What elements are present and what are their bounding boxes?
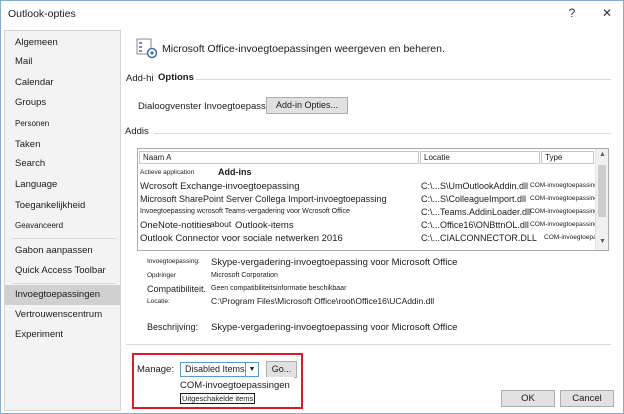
- addin-row[interactable]: Invoegtoepassing wcrosoft Teams-vergader…: [140, 206, 598, 219]
- addin-location: C:\...CIALCONNECTOR.DLL: [421, 233, 537, 243]
- sidebar-item-mail[interactable]: Mail: [5, 52, 120, 72]
- manage-select-value: Disabled Items: [185, 364, 245, 374]
- active-addins-heading: Add-ins: [218, 167, 252, 177]
- go-button[interactable]: Go...: [266, 361, 297, 378]
- help-button[interactable]: ?: [560, 4, 584, 22]
- cancel-button[interactable]: Cancel: [560, 390, 614, 407]
- gear-addins-icon: [136, 38, 158, 59]
- addin-location: C:\...Teams.AddinLoader.dll: [421, 207, 532, 217]
- detail-compat-label: Compatibiliteit.: [147, 284, 207, 294]
- detail-description-label: Beschrijving:: [147, 322, 199, 332]
- addin-row[interactable]: Outlook Connector voor sociale netwerken…: [140, 232, 608, 245]
- addin-name: Invoegtoepassing wcrosoft Teams-vergader…: [140, 208, 350, 215]
- manage-select[interactable]: Disabled Items ▼: [180, 362, 259, 377]
- addin-location: C:\...S\ColleagueImport.dll: [421, 194, 527, 204]
- addins-list-scrollbar[interactable]: ▲ ▼: [595, 149, 608, 250]
- detail-description-value: Skype-vergadering-invoegtoepassing voor …: [211, 322, 458, 333]
- addin-name: Microsoft SharePoint Server Collega Impo…: [140, 194, 387, 204]
- addin-name: Wcrosoft Exchange-invoegtoepassing: [140, 181, 300, 192]
- addin-location: C:\...Office16\ONBttnOL.dll: [421, 220, 529, 230]
- sidebar-item-taken[interactable]: Taken: [5, 135, 120, 155]
- detail-addin-label: Invoegtoepassing:: [147, 258, 200, 265]
- addins-list[interactable]: Naam A Locatie Type Actieve application …: [137, 148, 609, 251]
- addin-type: COM-invoegtoepassing: [530, 195, 598, 202]
- sidebar-item-quick-access-toolbar[interactable]: Quick Access Toolbar: [5, 261, 120, 281]
- addin-type: COM-invoegtoepassing: [530, 221, 598, 228]
- manage-option-com[interactable]: COM-invoegtoepassingen: [180, 380, 290, 391]
- detail-publisher-value: Microsoft Corporation: [211, 272, 278, 279]
- title-bar: Outlook-opties ? ✕: [1, 1, 623, 27]
- detail-location-value: C:\Program Files\Microsoft Office\root\O…: [211, 296, 435, 306]
- sidebar-item-search[interactable]: Search: [5, 154, 120, 174]
- manage-label: Manage:: [137, 364, 174, 375]
- sidebar-divider: [12, 283, 116, 284]
- section-divider: [154, 133, 611, 134]
- detail-publisher-label: Opdringer: [147, 272, 176, 279]
- section-divider: [196, 79, 611, 80]
- addin-row[interactable]: Wcrosoft Exchange-invoegtoepassing C:\..…: [140, 180, 598, 193]
- sidebar-item-toegankelijkheid[interactable]: Toegankelijkheid: [5, 196, 120, 216]
- column-header-location[interactable]: Locatie: [420, 151, 540, 164]
- sidebar-item-geavanceerd[interactable]: Geavanceerd: [5, 216, 120, 236]
- detail-compat-value: Geen compatibiliteitsinformatie beschikb…: [211, 285, 347, 292]
- detail-addin-value: Skype-vergadering-invoegtoepassing voor …: [211, 257, 458, 268]
- sidebar-item-personen[interactable]: Personen: [5, 114, 120, 134]
- addin-location: C:\...S\UmOutlookAddin.dll: [421, 181, 529, 191]
- chevron-down-icon[interactable]: ▼: [245, 363, 258, 376]
- outlook-options-window: Outlook-opties ? ✕ Algemeen Mail Calenda…: [0, 0, 624, 414]
- options-section-heading: Options: [158, 72, 194, 83]
- addin-row[interactable]: Microsoft SharePoint Server Collega Impo…: [140, 193, 598, 206]
- addin-type: COM-invoegtoepassing: [530, 208, 598, 215]
- manage-dropdown: COM-invoegtoepassingen Uitgeschakelde it…: [180, 377, 294, 407]
- options-sidebar: Algemeen Mail Calendar Groups Personen T…: [4, 30, 121, 411]
- addin-name: OneNote-notities: [140, 220, 212, 231]
- window-title: Outlook-opties: [8, 8, 76, 20]
- addin-name-tail: Outlook-items: [235, 220, 294, 231]
- addin-name: Outlook Connector voor sociale netwerken…: [140, 233, 343, 244]
- sidebar-item-groups[interactable]: Groups: [5, 93, 120, 113]
- column-header-name[interactable]: Naam A: [139, 151, 419, 164]
- page-title: Microsoft Office-invoegtoepassingen weer…: [162, 43, 445, 55]
- addin-row[interactable]: OneNote-notities about Outlook-items C:\…: [140, 219, 598, 232]
- sidebar-item-calendar[interactable]: Calendar: [5, 73, 120, 93]
- addin-options-button[interactable]: Add-in Opties...: [266, 97, 348, 114]
- sidebar-item-experiment[interactable]: Experiment: [5, 325, 120, 345]
- sidebar-item-gabon-aanpassen[interactable]: Gabon aanpassen: [5, 241, 120, 261]
- addin-type: COM-invoegtoepassing: [530, 182, 598, 189]
- options-section-prefix: Add-hi: [126, 73, 154, 84]
- sidebar-item-language[interactable]: Language: [5, 175, 120, 195]
- detail-location-label: Locatie:: [147, 298, 170, 305]
- ok-button[interactable]: OK: [501, 390, 555, 407]
- scroll-down-icon[interactable]: ▼: [598, 238, 607, 248]
- addins-section-heading: Addis: [125, 126, 149, 137]
- section-divider: [126, 344, 611, 345]
- column-header-type[interactable]: Type: [541, 151, 594, 164]
- scroll-up-icon[interactable]: ▲: [598, 151, 607, 161]
- manage-option-disabled[interactable]: Uitgeschakelde items: [180, 393, 256, 404]
- sidebar-item-algemeen[interactable]: Algemeen: [5, 33, 120, 53]
- sidebar-item-vertrouwenscentrum[interactable]: Vertrouwenscentrum: [5, 305, 120, 325]
- sidebar-item-invoegtoepassingen[interactable]: Invoegtoepassingen: [5, 285, 120, 305]
- close-button[interactable]: ✕: [595, 4, 619, 22]
- active-addins-label: Actieve application: [140, 169, 195, 176]
- addin-name-extra: about: [210, 219, 232, 229]
- scroll-thumb[interactable]: [598, 165, 606, 217]
- sidebar-divider: [12, 238, 116, 239]
